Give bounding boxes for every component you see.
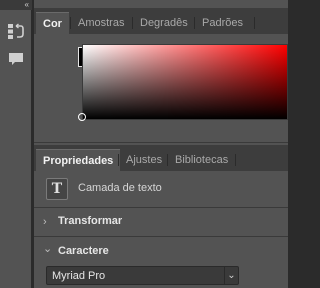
chevron-down-icon: ⌄	[43, 243, 53, 255]
panel-divider	[34, 142, 288, 143]
section-title: Transformar	[58, 215, 123, 227]
panel-area: Cor Amostras Degradês Padrões Propriedad…	[34, 0, 288, 288]
tab-bibliotecas[interactable]: Bibliotecas	[168, 149, 235, 171]
color-picker-marker[interactable]	[78, 113, 86, 121]
tab-ajustes[interactable]: Ajustes	[119, 149, 169, 171]
text-layer-icon: T	[46, 178, 68, 200]
section-caractere[interactable]: ⌄ Caractere	[34, 240, 288, 264]
font-family-value: Myriad Pro	[52, 270, 106, 282]
tab-padroes[interactable]: Padrões	[195, 12, 250, 34]
properties-panel-tabbar: Propriedades Ajustes Bibliotecas	[34, 145, 288, 171]
section-divider	[34, 207, 288, 208]
color-picker-field[interactable]	[82, 44, 288, 120]
section-divider	[34, 236, 288, 237]
comment-icon[interactable]	[7, 50, 25, 68]
chevron-down-icon[interactable]: ⌄	[224, 267, 238, 284]
font-family-select[interactable]: Myriad Pro ⌄	[46, 266, 239, 285]
chevron-right-icon: ›	[43, 216, 47, 228]
layer-type-label: Camada de texto	[78, 182, 162, 194]
section-transformar[interactable]: › Transformar	[34, 210, 288, 234]
tab-amostras[interactable]: Amostras	[71, 12, 131, 34]
tab-propriedades[interactable]: Propriedades	[36, 149, 121, 171]
tab-separator	[254, 17, 255, 29]
collapse-panels-icon[interactable]: «	[0, 0, 32, 10]
tab-cor[interactable]: Cor	[36, 12, 69, 34]
color-panel-tabbar: Cor Amostras Degradês Padrões	[34, 8, 288, 34]
tab-separator	[235, 154, 236, 166]
tab-degrades[interactable]: Degradês	[133, 12, 195, 34]
section-title: Caractere	[58, 245, 109, 257]
history-icon[interactable]	[7, 22, 25, 40]
left-toolbar-strip: «	[0, 0, 32, 288]
